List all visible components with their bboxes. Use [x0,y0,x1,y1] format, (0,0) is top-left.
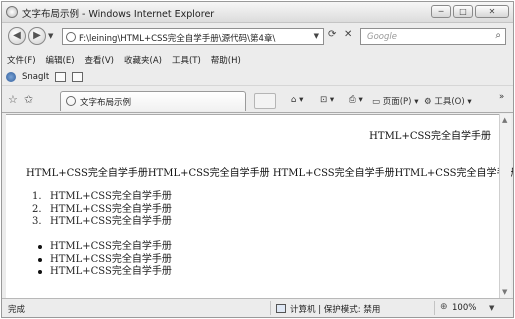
forward-button[interactable]: ▶ [28,27,46,45]
address-input[interactable]: F:\leining\HTML+CSS完全自学手册\源代码\第4章\ ▼ [62,28,324,45]
list-item-text: HTML+CSS完全自学手册 [50,203,172,215]
close-button[interactable]: ✕ [475,5,509,18]
unordered-list: HTML+CSS完全自学手册 HTML+CSS完全自学手册 HTML+CSS完全… [36,241,172,279]
title-bar: 文字布局示例 - Windows Internet Explorer ─ □ ✕ [2,2,513,23]
menu-help[interactable]: 帮助(H) [211,54,241,66]
feeds-icon[interactable]: ⊡ ▾ [320,95,334,105]
favorites-star-icon[interactable]: ☆ [8,93,18,106]
stop-icon[interactable]: ✕ [344,29,352,40]
bullet-icon [38,245,42,249]
home-icon[interactable]: ⌂ ▾ [291,95,303,105]
status-divider [434,301,435,315]
bullet-icon [38,270,42,274]
ie-logo-icon [6,6,18,18]
gear-icon: ⚙ [424,97,435,107]
search-input[interactable]: Google ⌕ [360,28,506,45]
window-title: 文字布局示例 - Windows Internet Explorer [22,9,215,20]
new-tab-button[interactable] [254,93,276,109]
inline-text-row: HTML+CSS完全自学手册HTML+CSS完全自学手册 HTML+CSS完全自… [26,168,514,179]
maximize-button[interactable]: □ [453,5,473,18]
page-icon-small: ▭ [372,97,383,107]
refresh-icon[interactable]: ⟳ [328,29,336,40]
snagit-button[interactable]: SnagIt [22,72,49,82]
right-aligned-text: HTML+CSS完全自学手册 [369,131,491,142]
browser-window: 文字布局示例 - Windows Internet Explorer ─ □ ✕… [1,1,514,318]
search-icon[interactable]: ⌕ [495,30,501,41]
print-icon[interactable]: ⎙ ▾ [349,95,363,105]
page-icon [66,32,76,42]
chevron-more-icon[interactable]: » [499,92,504,102]
vertical-scrollbar[interactable]: ▲ ▼ [499,114,511,298]
list-item-text: HTML+CSS完全自学手册 [50,253,172,265]
tab-label: 文字布局示例 [80,98,132,108]
menu-bar: 文件(F) 编辑(E) 查看(V) 收藏夹(A) 工具(T) 帮助(H) [2,51,513,69]
address-dropdown-icon[interactable]: ▼ [314,32,319,40]
list-item: HTML+CSS完全自学手册 [36,266,172,279]
history-dropdown-icon[interactable]: ▼ [48,32,53,40]
search-placeholder: Google [367,32,397,42]
status-text: 完成 [8,305,26,315]
list-item: HTML+CSS完全自学手册 [36,241,172,254]
url-text[interactable]: F:\leining\HTML+CSS完全自学手册\源代码\第4章\ [79,32,303,44]
back-button[interactable]: ◀ [8,27,26,45]
page-menu[interactable]: ▭ 页面(P) ▾ [372,95,418,107]
tools-menu[interactable]: ⚙ 工具(O) ▾ [424,95,472,107]
window-controls: ─ □ ✕ [431,5,509,18]
page-viewport: HTML+CSS完全自学手册 HTML+CSS完全自学手册HTML+CSS完全自… [6,114,513,298]
page-menu-label: 页面(P) [382,97,412,107]
list-item-text: HTML+CSS完全自学手册 [50,216,172,227]
tab-page-icon [66,96,76,106]
scroll-down-icon[interactable]: ▼ [502,288,507,296]
tools-menu-label: 工具(O) [434,97,465,107]
scroll-up-icon[interactable]: ▲ [502,116,507,124]
snagit-toolbar: SnagIt [2,69,513,86]
zoom-level[interactable]: 100% [452,303,476,313]
forward-arrow-icon: ▶ [33,30,41,41]
list-item: 3. HTML+CSS完全自学手册 [32,216,172,229]
snagit-icon [6,72,16,82]
list-item: 2. HTML+CSS完全自学手册 [32,204,172,217]
back-arrow-icon: ◀ [13,30,21,41]
tab-bar: ☆ ✩ 文字布局示例 ⌂ ▾ ⊡ ▾ ⎙ ▾ ▭ 页面(P) ▾ ⚙ 工具(O)… [2,87,513,113]
list-number: 1. [32,191,42,202]
list-item: HTML+CSS完全自学手册 [36,254,172,267]
snagit-capture-icon[interactable] [72,72,84,82]
list-item: 1. HTML+CSS完全自学手册 [32,191,172,204]
list-number: 3. [32,216,42,227]
ordered-list: 1. HTML+CSS完全自学手册 2. HTML+CSS完全自学手册 3. HTML… [32,191,172,229]
menu-tools[interactable]: 工具(T) [172,54,201,66]
menu-edit[interactable]: 编辑(E) [46,54,75,66]
menu-favorites[interactable]: 收藏夹(A) [124,54,162,66]
list-item-text: HTML+CSS完全自学手册 [50,191,172,202]
status-divider [270,301,271,315]
add-favorite-icon[interactable]: ✩ [24,93,33,106]
snagit-window-icon[interactable] [55,72,67,82]
list-item-text: HTML+CSS完全自学手册 [50,241,172,252]
bullet-icon [38,257,42,262]
computer-zone-icon [276,304,286,313]
zoom-dropdown-icon[interactable]: ▼ [489,304,494,312]
status-bar: 完成 计算机 | 保护模式: 禁用 ⊕ 100% ▼ [2,298,513,317]
minimize-button[interactable]: ─ [431,5,451,18]
zoom-icon[interactable]: ⊕ [440,302,448,312]
security-zone-text[interactable]: 计算机 | 保护模式: 禁用 [290,303,380,315]
menu-file[interactable]: 文件(F) [7,54,36,66]
list-number: 2. [32,203,42,215]
address-bar: ◀ ▶ ▼ F:\leining\HTML+CSS完全自学手册\源代码\第4章\… [2,24,513,50]
list-item-text: HTML+CSS完全自学手册 [50,266,172,277]
menu-view[interactable]: 查看(V) [85,54,114,66]
tab-active[interactable]: 文字布局示例 [60,91,246,111]
